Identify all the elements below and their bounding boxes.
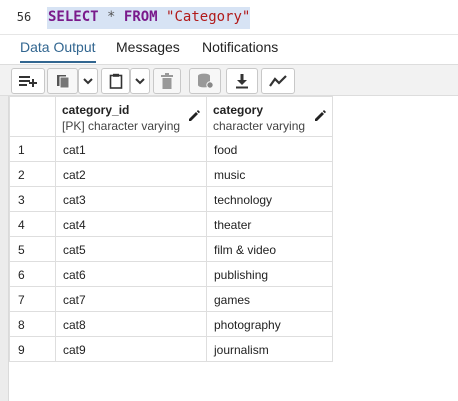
add-row-icon (18, 73, 38, 89)
table-row[interactable]: 1 cat1 food (9, 136, 333, 162)
cell-category[interactable]: games (206, 286, 333, 312)
output-tabbar: Data Output Messages Notifications (0, 34, 458, 64)
cell-category[interactable]: journalism (206, 336, 333, 362)
table-row[interactable]: 6 cat6 publishing (9, 261, 333, 287)
copy-options-button[interactable] (78, 68, 98, 94)
sql-code-line[interactable]: SELECT * FROM "Category" (47, 7, 251, 29)
cell-category-id[interactable]: cat8 (55, 311, 207, 337)
add-row-button[interactable] (11, 68, 45, 94)
pencil-icon[interactable] (314, 110, 326, 125)
line-number: 56 (16, 10, 32, 24)
delete-button[interactable] (153, 68, 181, 94)
row-number[interactable]: 6 (9, 261, 56, 287)
row-number[interactable]: 1 (9, 136, 56, 162)
download-button[interactable] (226, 68, 258, 94)
cell-category-id[interactable]: cat5 (55, 236, 207, 262)
graph-icon (269, 74, 287, 88)
cell-category-id[interactable]: cat1 (55, 136, 207, 162)
cell-category[interactable]: technology (206, 186, 333, 212)
column-type: [PK] character varying (62, 119, 181, 133)
paste-button[interactable] (101, 68, 130, 94)
paste-icon (109, 73, 123, 89)
row-number[interactable]: 5 (9, 236, 56, 262)
table-row[interactable]: 9 cat9 journalism (9, 336, 333, 362)
sql-table-string: "Category" (166, 9, 251, 25)
cell-category-id[interactable]: cat3 (55, 186, 207, 212)
copy-icon (55, 73, 71, 89)
cell-category-id[interactable]: cat4 (55, 211, 207, 237)
data-grid: category_id [PK] character varying categ… (0, 96, 458, 401)
grid-left-gutter (0, 96, 9, 401)
chevron-down-icon (83, 77, 93, 85)
cell-category[interactable]: photography (206, 311, 333, 337)
save-data-button[interactable] (189, 68, 221, 94)
sql-keyword-from: FROM (123, 9, 158, 25)
graph-visualiser-button[interactable] (261, 68, 295, 94)
cell-category[interactable]: film & video (206, 236, 333, 262)
paste-options-button[interactable] (130, 68, 150, 94)
cell-category[interactable]: theater (206, 211, 333, 237)
row-number[interactable]: 9 (9, 336, 56, 362)
table-row[interactable]: 8 cat8 photography (9, 311, 333, 337)
cell-category[interactable]: publishing (206, 261, 333, 287)
row-number[interactable]: 7 (9, 286, 56, 312)
sql-keyword-select: SELECT (48, 9, 99, 25)
result-table: category_id [PK] character varying categ… (9, 96, 333, 362)
column-type: character varying (213, 119, 306, 133)
column-name: category (213, 103, 264, 117)
cell-category-id[interactable]: cat2 (55, 161, 207, 187)
delete-icon (161, 73, 173, 89)
row-number[interactable]: 3 (9, 186, 56, 212)
save-data-icon (196, 73, 214, 89)
row-number-header[interactable] (9, 96, 56, 137)
download-icon (235, 73, 249, 89)
table-row[interactable]: 2 cat2 music (9, 161, 333, 187)
column-header-category-id[interactable]: category_id [PK] character varying (55, 96, 207, 137)
data-output-toolbar (0, 64, 458, 96)
sql-operator-star: * (107, 9, 116, 25)
cell-category[interactable]: food (206, 136, 333, 162)
cell-category-id[interactable]: cat7 (55, 286, 207, 312)
table-row[interactable]: 5 cat5 film & video (9, 236, 333, 262)
row-number[interactable]: 8 (9, 311, 56, 337)
cell-category[interactable]: music (206, 161, 333, 187)
table-row[interactable]: 7 cat7 games (9, 286, 333, 312)
tab-notifications[interactable]: Notifications (202, 39, 278, 63)
row-number[interactable]: 4 (9, 211, 56, 237)
tab-messages[interactable]: Messages (116, 39, 180, 63)
tab-data-output[interactable]: Data Output (20, 39, 96, 63)
pencil-icon[interactable] (188, 110, 200, 125)
column-name: category_id (62, 103, 130, 117)
sql-editor[interactable]: 56 SELECT * FROM "Category" (0, 0, 458, 34)
table-row[interactable]: 4 cat4 theater (9, 211, 333, 237)
cell-category-id[interactable]: cat6 (55, 261, 207, 287)
cell-category-id[interactable]: cat9 (55, 336, 207, 362)
chevron-down-icon (135, 77, 145, 85)
row-number[interactable]: 2 (9, 161, 56, 187)
table-row[interactable]: 3 cat3 technology (9, 186, 333, 212)
copy-button[interactable] (47, 68, 78, 94)
column-header-category[interactable]: category character varying (206, 96, 333, 137)
